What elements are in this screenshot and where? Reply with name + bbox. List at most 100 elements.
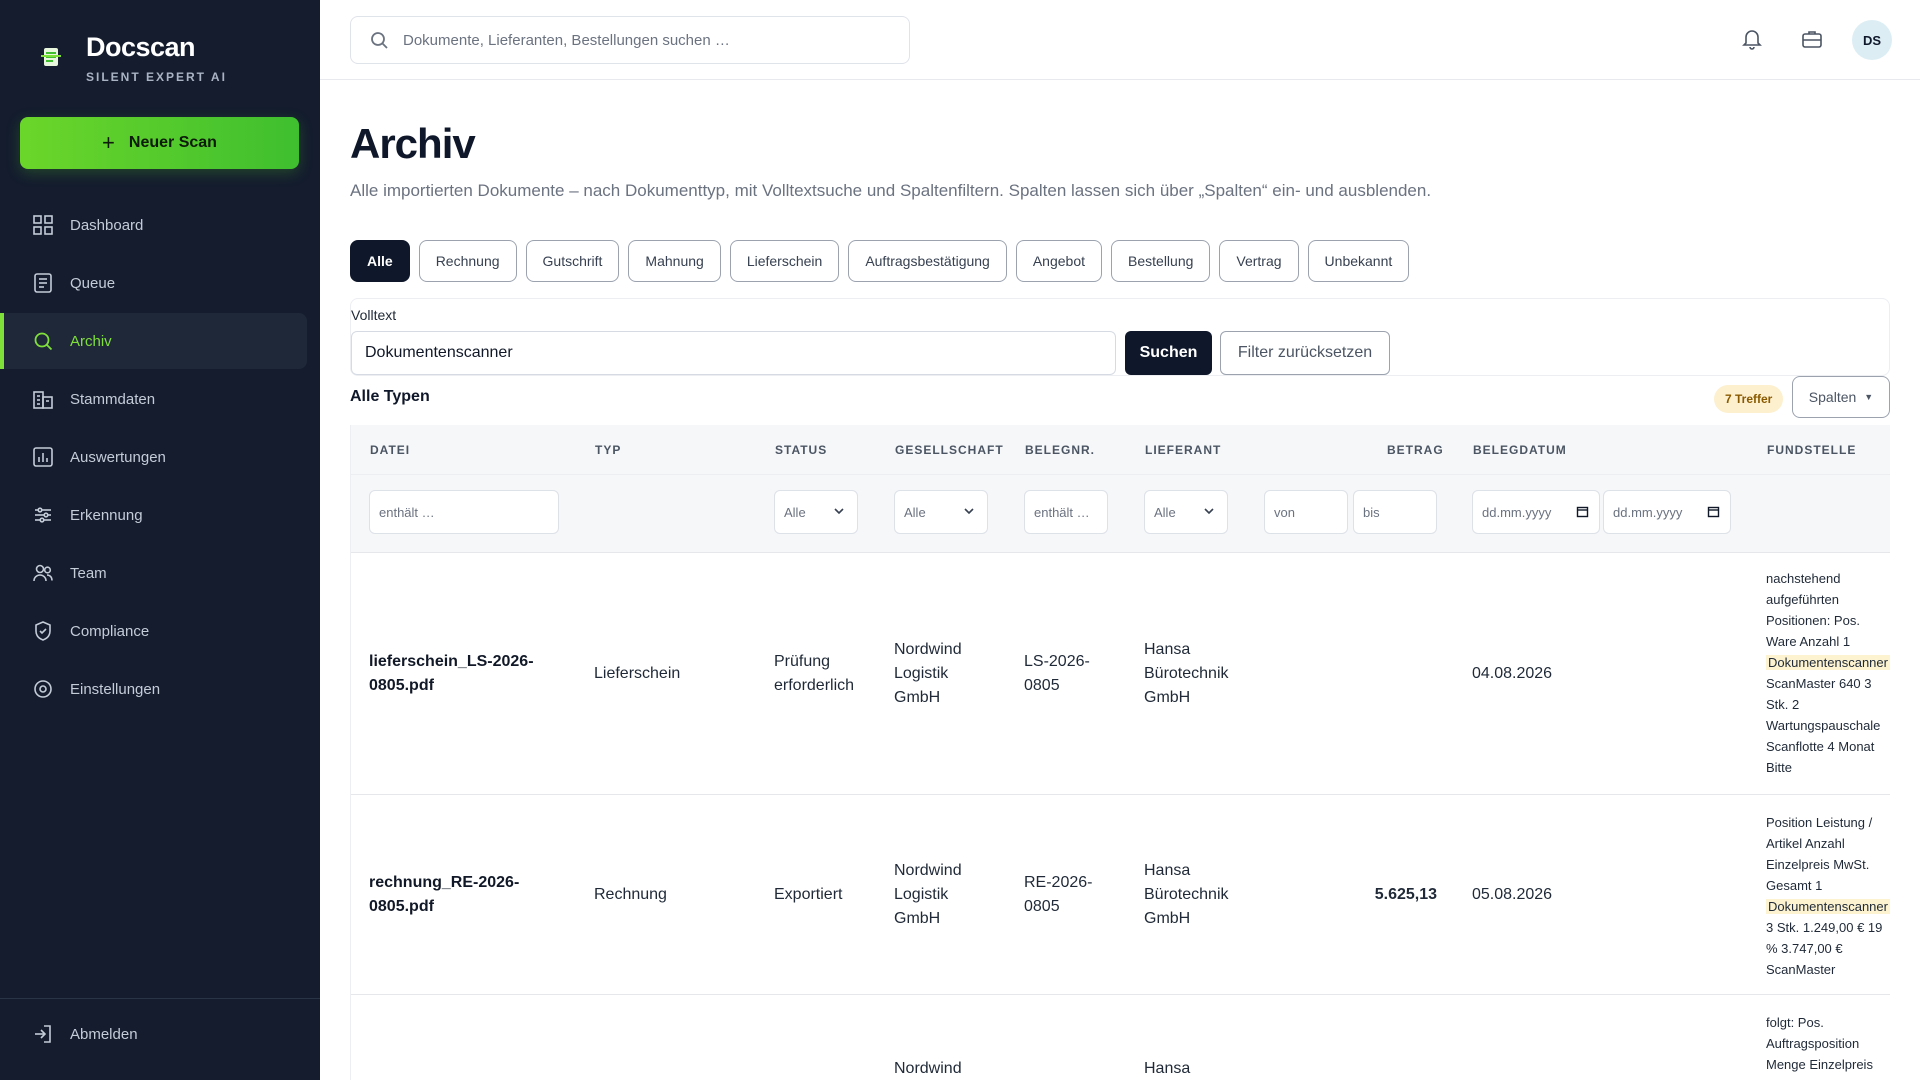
logout-label: Abmelden [70,1025,138,1043]
sidebar-item-einstellungen[interactable]: Einstellungen [0,661,306,717]
sidebar-item-archiv[interactable]: Archiv [0,313,307,369]
brand-name: Docscan [86,32,196,62]
type-chip-rechnung[interactable]: Rechnung [418,240,517,282]
docscan-logo-icon [41,48,61,66]
reset-filters-button[interactable]: Filter zurücksetzen [1220,331,1390,375]
sidebar-item-label: Auswertungen [70,448,166,466]
filter-gesellschaft-value: Alle [904,504,926,520]
type-filter-chips: Alle Rechnung Gutschrift Mahnung Liefers… [350,240,1418,282]
type-chip-bestellung[interactable]: Bestellung [1111,240,1211,282]
cell-lieferant: Hansa Bürotechnik GmbH [1144,641,1229,706]
sidebar-item-label: Dashboard [70,216,144,234]
table-row[interactable]: rechnung_RE-2026- 0805.pdf Rechnung Expo… [351,795,1890,995]
table-row[interactable]: Nordwind Hansa folgt: Pos. Auftragsposit… [351,995,1890,1080]
avatar[interactable]: DS [1852,20,1892,60]
brand[interactable]: Docscan SILENT EXPERT AI [38,30,227,84]
filter-status-value: Alle [784,504,806,520]
sidebar-item-team[interactable]: Team [0,545,306,601]
sidebar-item-compliance[interactable]: Compliance [0,603,306,659]
filter-gesellschaft-select[interactable]: Alle [894,490,988,534]
filter-betrag-from-input[interactable]: von [1264,490,1348,534]
bell-icon[interactable] [1739,26,1765,52]
sidebar-item-erkennung[interactable]: Erkennung [0,487,306,543]
type-chip-angebot[interactable]: Angebot [1015,240,1103,282]
fulltext-label: Volltext [351,307,397,323]
table-header: DATEI TYP STATUS GESELLSCHAFT BELEGNR. L… [351,425,1890,475]
type-chip-gutschrift[interactable]: Gutschrift [525,240,620,282]
filter-date-to-input[interactable]: dd.mm.yyyy [1603,490,1731,534]
caret-down-icon: ▼ [1864,392,1874,402]
sidebar-item-label: Compliance [70,622,150,640]
cell-status: Exportiert [774,886,843,903]
cell-fundstelle: Position Leistung / Artikel Anzahl Einze… [1766,812,1890,980]
list-icon [34,273,52,293]
sidebar-footer: Abmelden [0,998,320,1080]
fundstelle-text: ScanMaster 640 3 Stk. 2 Wartungspauschal… [1766,676,1881,775]
col-header-status[interactable]: STATUS [775,443,827,457]
fulltext-input[interactable]: Dokumentenscanner [351,331,1116,375]
col-header-belegdatum[interactable]: BELEGDATUM [1473,443,1567,457]
sidebar-item-auswertungen[interactable]: Auswertungen [0,429,306,485]
calendar-icon [1707,506,1720,518]
columns-button-label: Spalten [1808,389,1857,405]
filter-belegnr-input[interactable]: enthält … [1024,490,1108,534]
sidebar: Docscan SILENT EXPERT AI + Neuer Scan Da… [0,0,320,1080]
calendar-icon [1576,506,1589,518]
sidebar-item-label: Einstellungen [70,680,161,698]
type-chip-vertrag[interactable]: Vertrag [1219,240,1299,282]
sidebar-item-label: Archiv [70,332,112,350]
search-button[interactable]: Suchen [1125,331,1212,375]
col-header-belegnr[interactable]: BELEGNR. [1025,443,1095,457]
global-search-input[interactable]: Dokumente, Lieferanten, Bestellungen suc… [350,16,910,64]
grid-icon [33,215,53,235]
col-header-typ[interactable]: TYP [595,443,621,457]
type-chip-auftragsbestaetigung[interactable]: Auftragsbestätigung [848,240,1007,282]
hits-badge: 7 Treffer [1714,385,1784,413]
cell-status: Prüfung erforderlich [774,653,855,694]
briefcase-icon[interactable] [1799,26,1825,52]
sidebar-item-label: Stammdaten [70,390,156,408]
col-header-fundstelle[interactable]: FUNDSTELLE [1767,443,1856,457]
col-header-gesellschaft[interactable]: GESELLSCHAFT [895,443,1004,457]
chevron-down-icon [834,508,844,515]
search-icon [34,332,53,351]
col-header-datei[interactable]: DATEI [370,443,410,457]
sidebar-nav: Dashboard Queue Archiv Stammdaten Auswer… [0,197,320,719]
chevron-down-icon [1204,508,1214,515]
cell-datei[interactable]: lieferschein_LS-2026- 0805.pdf [369,650,534,698]
new-scan-button[interactable]: + Neuer Scan [20,117,299,169]
cell-fundstelle: folgt: Pos. Auftragsposition Menge Einze… [1766,1012,1890,1075]
cell-datei[interactable]: rechnung_RE-2026- 0805.pdf [369,871,519,919]
cell-typ: Lieferschein [594,665,681,682]
type-chip-lieferschein[interactable]: Lieferschein [729,240,840,282]
filter-datei-input[interactable]: enthält … [369,490,559,534]
col-header-betrag[interactable]: BETRAG [1387,443,1444,457]
filter-betrag-to-input[interactable]: bis [1353,490,1437,534]
type-chip-unbekannt[interactable]: Unbekannt [1307,240,1410,282]
fundstelle-text: 3 Stk. 1.249,00 € 19 % 3.747,00 € ScanMa… [1766,920,1883,977]
sidebar-item-label: Queue [70,274,116,292]
topbar: Dokumente, Lieferanten, Bestellungen suc… [320,0,1920,80]
fundstelle-text: Position Leistung / Artikel Anzahl Einze… [1766,815,1873,893]
col-header-lieferant[interactable]: LIEFERANT [1145,443,1221,457]
section-title: Alle Typen [350,388,430,405]
filter-status-select[interactable]: Alle [774,490,858,534]
cell-belegdatum: 05.08.2026 [1472,886,1553,903]
sidebar-item-queue[interactable]: Queue [0,255,306,311]
plus-icon: + [102,130,115,155]
type-chip-alle[interactable]: Alle [350,240,410,282]
fundstelle-highlight: Dokumentenscanner [1766,655,1890,670]
table-row[interactable]: lieferschein_LS-2026- 0805.pdf Liefersch… [351,553,1890,795]
logout-button[interactable]: Abmelden [32,1023,138,1045]
sidebar-item-dashboard[interactable]: Dashboard [0,197,306,253]
type-chip-mahnung[interactable]: Mahnung [628,240,721,282]
building-icon [33,391,53,409]
sidebar-item-stammdaten[interactable]: Stammdaten [0,371,306,427]
filter-lieferant-select[interactable]: Alle [1144,490,1228,534]
columns-button[interactable]: Spalten ▼ [1792,376,1890,418]
archive-table: DATEI TYP STATUS GESELLSCHAFT BELEGNR. L… [350,425,1890,1080]
sidebar-item-label: Erkennung [70,506,143,524]
brand-tagline: SILENT EXPERT AI [86,70,227,84]
gear-icon [34,680,52,698]
filter-date-from-input[interactable]: dd.mm.yyyy [1472,490,1600,534]
